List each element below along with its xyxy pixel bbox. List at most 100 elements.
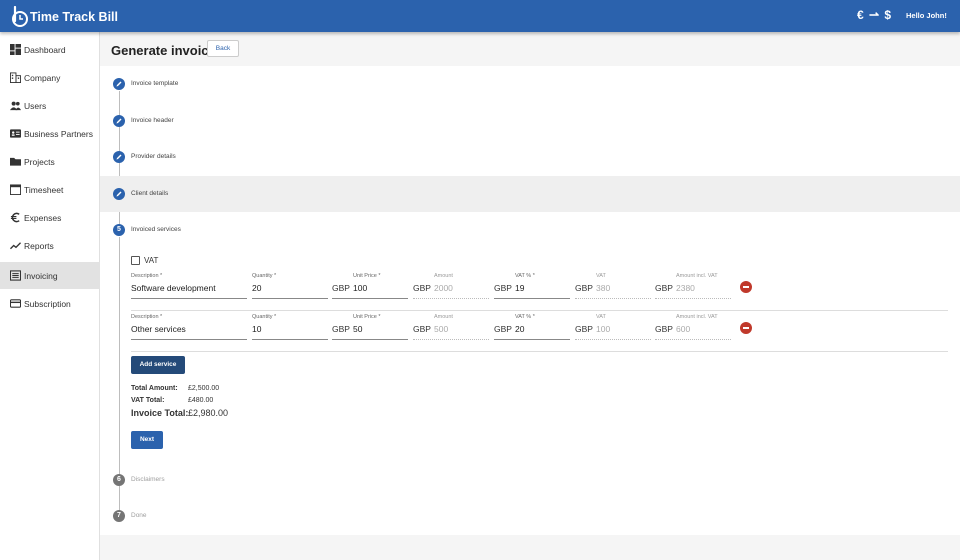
amount-field: Amount GBP 2000 [413, 273, 489, 303]
step-number: 5 [113, 224, 125, 236]
currency-prefix: GBP [494, 324, 512, 334]
field-label: Description * [131, 314, 163, 320]
vat-percent-field[interactable]: VAT % * GBP 19 [494, 273, 570, 303]
field-label: VAT [596, 314, 606, 320]
sidebar-item-projects[interactable]: Projects [0, 148, 100, 175]
step-number: 6 [113, 474, 125, 486]
page-title: Generate invoice [111, 43, 216, 58]
sidebar-item-subscription[interactable]: Subscription [0, 290, 100, 317]
service-row: Description * Software development Quant… [131, 273, 948, 313]
field-label: VAT % * [515, 273, 535, 279]
currency-prefix: GBP [332, 324, 350, 334]
users-icon [10, 101, 21, 111]
field-label: Amount incl. VAT [676, 273, 718, 279]
field-label: VAT % * [515, 314, 535, 320]
field-underline [494, 298, 570, 299]
step-label: Client details [131, 190, 169, 197]
vat-percent-field[interactable]: VAT % * GBP 20 [494, 314, 570, 344]
step-label: Done [131, 512, 147, 519]
app-title: Time Track Bill [30, 10, 119, 24]
unit-price-field[interactable]: Unit Price * GBP 50 [332, 314, 408, 344]
field-underline [413, 339, 489, 340]
page-header: Generate invoice Back [100, 32, 960, 66]
field-underline [655, 298, 731, 299]
field-label: Amount [434, 273, 453, 279]
amount-incl-vat-field: Amount incl. VAT GBP 600 [655, 314, 731, 344]
unit-price-field[interactable]: Unit Price * GBP 100 [332, 273, 408, 303]
dashboard-icon [10, 44, 21, 55]
sidebar-item-expenses[interactable]: Expenses [0, 204, 100, 231]
field-underline [575, 339, 651, 340]
step-connector [119, 237, 120, 475]
edit-icon [113, 115, 125, 127]
user-greeting[interactable]: Hello John! [906, 11, 947, 20]
currency-prefix: GBP [494, 283, 512, 293]
field-label: Unit Price * [353, 273, 381, 279]
trending-icon [10, 242, 21, 250]
folder-icon [10, 157, 21, 166]
sidebar-item-label: Business Partners [24, 129, 93, 139]
sidebar-item-label: Users [24, 101, 47, 111]
amount-value: 2000 [434, 283, 453, 293]
sidebar-item-label: Projects [24, 157, 55, 167]
field-underline [131, 298, 247, 299]
company-icon [10, 72, 21, 83]
sidebar-item-reports[interactable]: Reports [0, 232, 100, 259]
back-button[interactable]: Back [207, 40, 239, 57]
step-label: Invoice header [131, 117, 174, 124]
invoice-icon [10, 270, 21, 281]
step-client-details[interactable]: Client details [100, 176, 960, 212]
euro-icon [10, 212, 20, 223]
edit-icon [113, 188, 125, 200]
sidebar-item-dashboard[interactable]: Dashboard [0, 36, 100, 63]
currency-prefix: GBP [575, 324, 593, 334]
field-underline [252, 339, 328, 340]
sidebar-item-timesheet[interactable]: Timesheet [0, 176, 100, 203]
field-label: Quantity * [252, 314, 277, 320]
step-done[interactable]: 7 Done [100, 498, 960, 534]
step-disclaimers[interactable]: 6 Disclaimers [100, 462, 960, 498]
sidebar-item-users[interactable]: Users [0, 92, 100, 119]
sidebar-item-label: Company [24, 73, 61, 83]
step-invoiced-services[interactable]: 5 Invoiced services [100, 212, 960, 248]
currency-exchange-icon[interactable]: € ⇀ $ [857, 8, 892, 22]
field-label: Amount [434, 314, 453, 320]
currency-prefix: GBP [575, 283, 593, 293]
amount-field: Amount GBP 500 [413, 314, 489, 344]
app-logo-icon [12, 6, 28, 27]
unit-price-value: 50 [353, 324, 363, 334]
sidebar-item-label: Timesheet [24, 185, 64, 195]
amount-incl-vat-field: Amount incl. VAT GBP 2380 [655, 273, 731, 303]
step-provider-details[interactable]: Provider details [100, 139, 960, 175]
add-service-button[interactable]: Add service [131, 356, 185, 374]
sidebar-item-business-partners[interactable]: Business Partners [0, 120, 100, 147]
vat-field: VAT GBP 380 [575, 273, 651, 303]
row-divider [131, 351, 948, 352]
currency-prefix: GBP [413, 283, 431, 293]
sidebar-item-label: Reports [24, 241, 54, 251]
description-field[interactable]: Description * Software development [131, 273, 247, 303]
field-label: Amount incl. VAT [676, 314, 718, 320]
remove-service-icon[interactable] [740, 281, 752, 293]
sidebar-item-company[interactable]: Company [0, 64, 100, 91]
sidebar-item-invoicing[interactable]: Invoicing [0, 262, 100, 289]
currency-prefix: GBP [413, 324, 431, 334]
quantity-field[interactable]: Quantity * 20 [252, 273, 328, 303]
amount-value: 500 [434, 324, 449, 334]
field-label: VAT [596, 273, 606, 279]
field-underline [655, 339, 731, 340]
step-invoice-header[interactable]: Invoice header [100, 103, 960, 139]
total-amount-value: £2,500.00 [188, 385, 220, 392]
step-invoice-template[interactable]: Invoice template [100, 66, 960, 102]
vat-percent-value: 20 [515, 324, 525, 334]
next-button[interactable]: Next [131, 431, 163, 449]
description-field[interactable]: Description * Other services [131, 314, 247, 344]
vat-checkbox[interactable] [131, 256, 140, 265]
unit-price-value: 100 [353, 283, 368, 293]
remove-service-icon[interactable] [740, 322, 752, 334]
quantity-value: 20 [252, 283, 262, 293]
quantity-field[interactable]: Quantity * 10 [252, 314, 328, 344]
edit-icon [113, 151, 125, 163]
vat-total-label: VAT Total: [131, 397, 165, 404]
field-label: Description * [131, 273, 163, 279]
